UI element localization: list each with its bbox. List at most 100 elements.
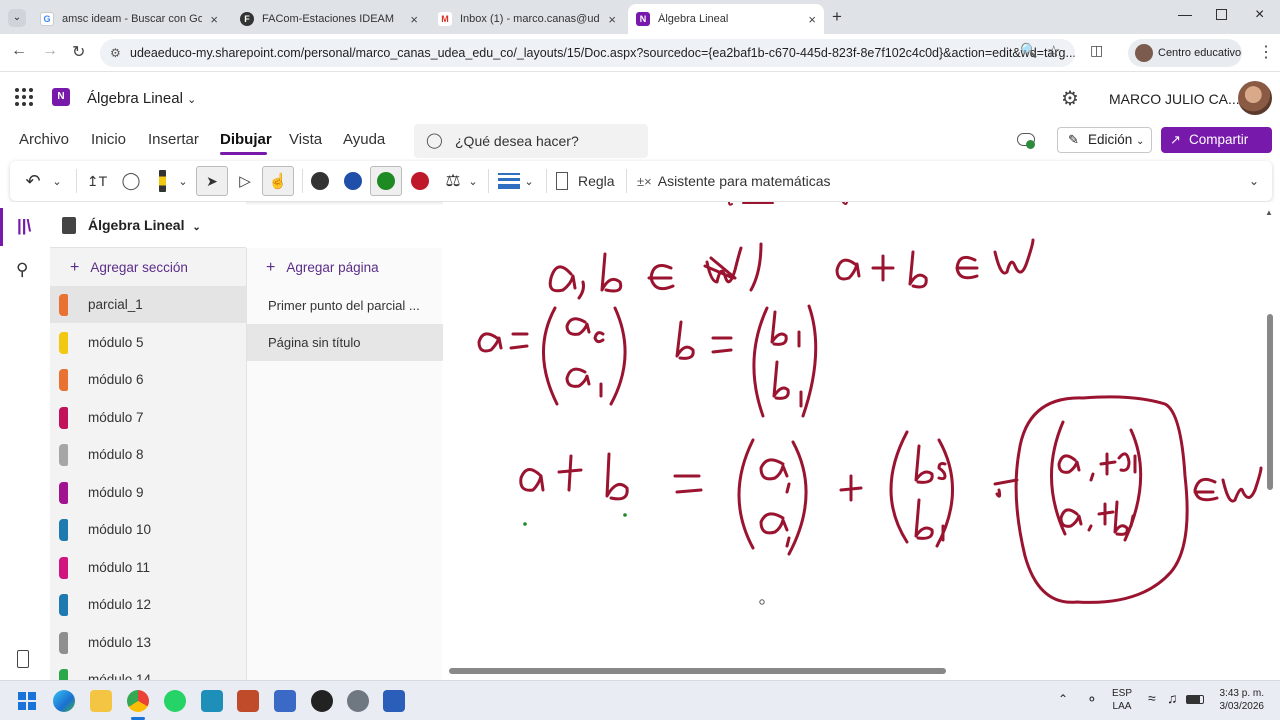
more-menu-icon[interactable]: ⋮ — [1258, 42, 1274, 62]
chevron-down-icon[interactable]: ⌄ — [50, 168, 64, 194]
chevron-down-icon[interactable]: ⌄ — [522, 168, 536, 194]
tab-vista[interactable]: Vista — [289, 131, 322, 148]
zoom-icon[interactable]: 🔍 — [1020, 42, 1037, 59]
tell-me-search[interactable]: ◯ ¿Qué desea hacer? — [414, 124, 648, 158]
page-item[interactable]: Primer punto del parcial ... — [247, 287, 443, 324]
bookmark-star-icon[interactable]: ☆ — [1047, 42, 1060, 60]
line-thickness-icon[interactable] — [497, 168, 521, 194]
chrome-icon[interactable] — [127, 690, 149, 712]
expand-ribbon-icon[interactable]: ⌄ — [1246, 168, 1262, 194]
site-info-icon[interactable]: ⚙ — [110, 39, 121, 67]
add-page-button[interactable]: + Agregar página — [266, 259, 379, 277]
app-icon[interactable] — [311, 690, 333, 712]
notebook-title-dropdown[interactable]: Álgebra Lineal ⌄ — [87, 90, 196, 107]
whatsapp-icon[interactable] — [164, 690, 186, 712]
microphone-icon[interactable]: ⚬ — [1086, 691, 1098, 708]
text-select-icon[interactable]: ↥T — [84, 168, 110, 194]
close-icon[interactable]: × — [608, 12, 616, 27]
section-item[interactable]: módulo 14 — [50, 661, 246, 680]
browser-tab[interactable]: G amsc ideam - Buscar con Goog × — [32, 4, 226, 34]
tab-archivo[interactable]: Archivo — [19, 131, 69, 148]
search-icon[interactable]: ⚲ — [16, 260, 28, 280]
volume-icon[interactable]: ♫ — [1167, 690, 1178, 706]
settings-gear-icon[interactable]: ⚙ — [1061, 86, 1079, 111]
section-item[interactable]: parcial_1 — [50, 286, 246, 323]
edge-icon[interactable] — [53, 690, 75, 712]
close-icon[interactable]: × — [410, 12, 418, 27]
app-launcher-icon[interactable] — [15, 88, 33, 106]
reload-icon[interactable]: ↻ — [72, 42, 85, 62]
section-item[interactable]: módulo 7 — [50, 399, 246, 436]
section-item[interactable]: módulo 12 — [50, 586, 246, 623]
close-icon[interactable]: × — [210, 12, 218, 27]
page-canvas[interactable]: ▲ — [443, 202, 1280, 680]
chevron-down-icon[interactable]: ⌄ — [176, 168, 190, 194]
notebook-name[interactable]: Álgebra Lineal ⌄ — [88, 217, 201, 233]
pen-red[interactable] — [408, 168, 432, 194]
close-window-icon[interactable]: × — [1255, 6, 1264, 24]
tab-ayuda[interactable]: Ayuda — [343, 131, 385, 148]
touch-draw-icon[interactable]: ☝ — [262, 166, 294, 196]
app-icon[interactable] — [201, 690, 223, 712]
add-section-button[interactable]: + Agregar sección — [70, 259, 188, 277]
maximize-icon[interactable] — [1216, 9, 1227, 20]
toolbar-divider — [626, 169, 627, 193]
clock[interactable]: 3:43 p. m. 3/03/2026 — [1214, 687, 1265, 713]
highlighter-icon[interactable] — [154, 168, 170, 194]
page-item-selected[interactable]: Página sin título — [247, 324, 443, 361]
chevron-up-icon[interactable]: ⌃ — [1058, 692, 1068, 706]
color-palette-icon[interactable]: ⚖ — [442, 168, 464, 194]
section-item[interactable]: módulo 8 — [50, 436, 246, 473]
word-icon[interactable] — [383, 690, 405, 712]
forward-icon[interactable]: → — [42, 42, 58, 60]
chevron-down-icon[interactable]: ⌄ — [466, 168, 480, 194]
ink-to-shape-icon[interactable]: ➤ — [196, 166, 228, 196]
url-field[interactable]: ⚙ udeaeduco-my.sharepoint.com/personal/m… — [100, 39, 1075, 67]
share-button[interactable]: ↗ Compartir — [1161, 127, 1272, 153]
user-name[interactable]: MARCO JULIO CA... — [1109, 91, 1240, 107]
tab-search-chevron-icon[interactable]: ⌄ — [8, 9, 26, 27]
pen-blue[interactable] — [341, 168, 365, 194]
pen-black[interactable] — [308, 168, 332, 194]
math-assistant-button[interactable]: ±× Asistente para matemáticas — [637, 168, 843, 194]
ink-replay-icon[interactable]: ▷ — [232, 168, 258, 194]
close-icon[interactable]: × — [808, 12, 816, 27]
app-icon[interactable] — [237, 690, 259, 712]
tab-dibujar[interactable]: Dibujar — [220, 131, 272, 148]
avatar[interactable] — [1238, 81, 1272, 115]
browser-tab[interactable]: F FACom-Estaciones IDEAM × — [232, 4, 426, 34]
app-icon[interactable] — [274, 690, 296, 712]
new-tab-icon[interactable]: + — [832, 7, 842, 27]
minimize-icon[interactable]: — — [1178, 6, 1192, 22]
file-explorer-icon[interactable] — [90, 690, 112, 712]
section-item[interactable]: módulo 13 — [50, 624, 246, 661]
wifi-icon[interactable]: ≈ — [1148, 690, 1156, 706]
windows-start-icon[interactable] — [18, 692, 36, 710]
edit-mode-button[interactable]: ✎ Edición ⌄ — [1057, 127, 1152, 153]
section-item[interactable]: módulo 9 — [50, 474, 246, 511]
notebook-title: Álgebra Lineal — [87, 90, 183, 107]
section-item[interactable]: módulo 10 — [50, 511, 246, 548]
back-icon[interactable]: ← — [11, 42, 27, 60]
profile-button[interactable]: Centro educativo — [1128, 39, 1242, 67]
ruler-button[interactable]: Regla — [556, 168, 620, 194]
lasso-select-icon[interactable]: ◯ — [118, 168, 144, 194]
undo-icon[interactable]: ↶ — [22, 168, 44, 194]
extensions-icon[interactable]: ◫ — [1090, 42, 1103, 59]
horizontal-scrollbar[interactable] — [449, 668, 946, 674]
mobile-view-icon[interactable] — [17, 650, 29, 668]
battery-icon[interactable] — [1186, 695, 1204, 704]
section-item[interactable]: módulo 6 — [50, 361, 246, 398]
section-item[interactable]: módulo 11 — [50, 549, 246, 586]
section-item[interactable]: módulo 5 — [50, 324, 246, 361]
notebooks-icon[interactable]: ||\ — [17, 216, 31, 236]
tab-inicio[interactable]: Inicio — [91, 131, 126, 148]
language-indicator[interactable]: ESP LAA — [1112, 687, 1132, 713]
browser-tab[interactable]: M Inbox (1) - marco.canas@udea.e × — [430, 4, 624, 34]
settings-gear-icon[interactable] — [347, 690, 369, 712]
tab-insertar[interactable]: Insertar — [148, 131, 199, 148]
vertical-scrollbar[interactable] — [1267, 314, 1273, 490]
scroll-up-arrow-icon[interactable]: ▲ — [1265, 208, 1273, 217]
browser-tab-active[interactable]: N Álgebra Lineal × — [628, 4, 824, 34]
pen-green-selected[interactable] — [370, 166, 402, 196]
